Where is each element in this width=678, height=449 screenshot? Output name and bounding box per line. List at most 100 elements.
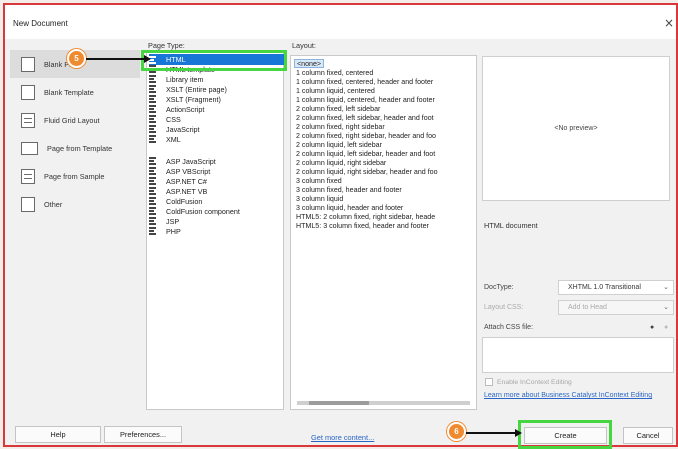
page-type-item[interactable]: JSP: [149, 216, 179, 226]
layout-label: Layout:: [292, 41, 316, 50]
page-type-label: Page Type:: [148, 41, 185, 50]
other-icon: [21, 196, 35, 212]
layout-item[interactable]: 3 column fixed: [296, 177, 342, 186]
page-sample-icon: [21, 168, 35, 184]
attach-css-label: Attach CSS file:: [484, 324, 534, 331]
file-icon: [149, 207, 156, 215]
doctype-select[interactable]: XHTML 1.0 Transitional ⌄: [558, 280, 674, 295]
layout-css-select[interactable]: Add to Head ⌄: [558, 300, 674, 315]
step-badge: 6: [447, 422, 466, 441]
page-type-item[interactable]: ColdFusion component: [149, 206, 240, 216]
remove-icon[interactable]: ●: [664, 324, 668, 331]
layout-item[interactable]: <none>: [294, 59, 325, 68]
layout-item[interactable]: 2 column liquid, right sidebar, header a…: [296, 168, 438, 177]
page-type-item[interactable]: ActionScript: [149, 104, 204, 114]
incontext-editing-row: Enable InContext Editing: [485, 378, 572, 386]
file-icon: [149, 75, 156, 83]
file-icon: [149, 135, 156, 143]
page-type-item[interactable]: ASP.NET C#: [149, 176, 207, 186]
create-button[interactable]: Create: [524, 427, 607, 444]
document-description: HTML document: [484, 221, 538, 230]
attached-css-list[interactable]: [482, 337, 674, 373]
layout-item[interactable]: 3 column fixed, header and footer: [296, 186, 402, 195]
file-icon: [149, 85, 156, 93]
title-bar: New Document ×: [5, 5, 676, 39]
layout-item[interactable]: 2 column fixed, left sidebar: [296, 105, 380, 114]
file-icon: [149, 157, 156, 165]
layout-item[interactable]: 1 column liquid, centered, header and fo…: [296, 96, 435, 105]
category-fluid-grid-layout[interactable]: Fluid Grid Layout: [10, 106, 140, 134]
page-type-item[interactable]: XML: [149, 134, 181, 144]
page-type-item[interactable]: ASP.NET VB: [149, 186, 207, 196]
page-type-item[interactable]: XSLT (Entire page): [149, 84, 227, 94]
layout-item[interactable]: 2 column liquid, left sidebar: [296, 141, 382, 150]
blank-template-icon: [21, 84, 35, 100]
layout-item[interactable]: 1 column liquid, centered: [296, 87, 375, 96]
category-label: Fluid Grid Layout: [44, 115, 100, 125]
page-type-item[interactable]: JavaScript: [149, 124, 200, 134]
category-page-from-template[interactable]: Page from Template: [10, 134, 140, 162]
cancel-button[interactable]: Cancel: [623, 427, 673, 444]
page-type-item[interactable]: XSLT (Fragment): [149, 94, 221, 104]
category-label: Page from Sample: [44, 171, 105, 181]
page-type-item[interactable]: HTML template: [149, 64, 215, 74]
layout-item[interactable]: 2 column liquid, right sidebar: [296, 159, 386, 168]
page-type-item[interactable]: Library item: [149, 74, 204, 84]
layout-item[interactable]: HTML5: 3 column fixed, header and footer: [296, 222, 429, 231]
page-type-item[interactable]: PHP: [149, 226, 181, 236]
dialog-title: New Document: [13, 19, 68, 28]
close-icon[interactable]: ×: [664, 16, 674, 30]
layout-item[interactable]: 3 column liquid: [296, 195, 343, 204]
learn-more-link[interactable]: Learn more about Business Catalyst InCon…: [484, 391, 674, 400]
file-icon: [149, 105, 156, 113]
fluid-grid-icon: [21, 112, 35, 128]
file-icon: [149, 217, 156, 225]
layout-list: <none> 1 column fixed, centered 1 column…: [290, 55, 477, 410]
page-type-item[interactable]: CSS: [149, 114, 181, 124]
page-type-item[interactable]: ASP JavaScript: [149, 156, 216, 166]
file-icon: [149, 125, 156, 133]
layout-item[interactable]: 2 column fixed, right sidebar: [296, 123, 385, 132]
page-type-item[interactable]: ASP VBScript: [149, 166, 210, 176]
layout-item[interactable]: 2 column fixed, right sidebar, header an…: [296, 132, 436, 141]
layout-item[interactable]: HTML5: 2 column fixed, right sidebar, he…: [296, 213, 435, 222]
arrow-head-icon: [144, 55, 151, 63]
preview-panel: <No preview>: [482, 56, 670, 201]
file-icon: [149, 177, 156, 185]
file-icon: [149, 95, 156, 103]
category-other[interactable]: Other: [10, 190, 140, 218]
help-button[interactable]: Help: [15, 426, 101, 443]
page-type-item[interactable]: ColdFusion: [149, 196, 202, 206]
layout-item[interactable]: 3 column liquid, header and footer: [296, 204, 403, 213]
page-template-icon: [21, 141, 38, 155]
file-icon: [149, 197, 156, 205]
category-page-from-sample[interactable]: Page from Sample: [10, 162, 140, 190]
layout-item[interactable]: 2 column fixed, left sidebar, header and…: [296, 114, 434, 123]
file-icon: [149, 65, 156, 73]
file-icon: [149, 227, 156, 235]
category-list: Blank Page Blank Template Fluid Grid Lay…: [10, 50, 140, 218]
layout-item[interactable]: 1 column fixed, centered, header and foo…: [296, 78, 433, 87]
layout-css-label: Layout CSS:: [484, 304, 524, 311]
chevron-down-icon: ⌄: [663, 304, 669, 311]
layout-item[interactable]: 1 column fixed, centered: [296, 69, 373, 78]
scroll-thumb[interactable]: [309, 401, 369, 405]
category-blank-template[interactable]: Blank Template: [10, 78, 140, 106]
incontext-label: Enable InContext Editing: [497, 378, 572, 386]
blank-page-icon: [21, 56, 35, 72]
category-label: Other: [44, 199, 63, 209]
file-icon: [149, 167, 156, 175]
incontext-checkbox[interactable]: [485, 378, 493, 386]
get-more-content-link[interactable]: Get more content...: [311, 433, 374, 442]
horizontal-scrollbar[interactable]: [297, 401, 470, 405]
arrow-line: [466, 432, 518, 434]
page-type-list: HTML HTML template Library item XSLT (En…: [146, 50, 285, 410]
category-label: Blank Template: [44, 87, 94, 97]
layout-item[interactable]: 2 column liquid, left sidebar, header an…: [296, 150, 435, 159]
preferences-button[interactable]: Preferences...: [104, 426, 182, 443]
arrow-head-icon: [515, 429, 522, 437]
file-icon: [149, 187, 156, 195]
doctype-label: DocType:: [484, 284, 514, 291]
doctype-value: XHTML 1.0 Transitional: [568, 284, 641, 291]
link-icon[interactable]: ●: [650, 324, 654, 331]
